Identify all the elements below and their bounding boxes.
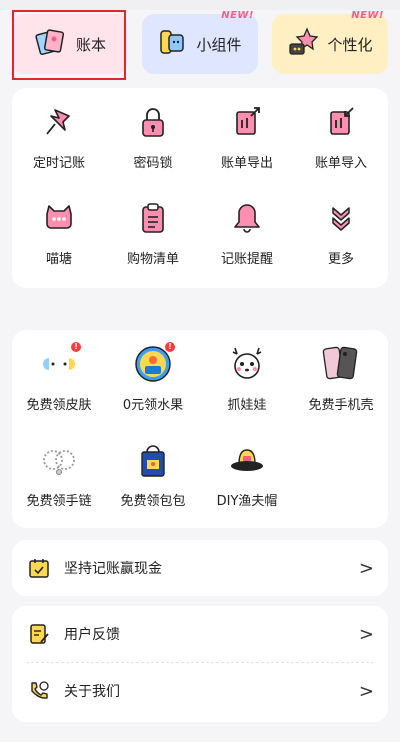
tool-more[interactable]: 更多 <box>294 184 388 280</box>
notification-badge: ! <box>165 341 175 352</box>
checkin-label: 坚持记账赢现金 <box>64 561 162 577</box>
bracelet-icon <box>39 440 79 480</box>
double-chevron-down-icon <box>321 198 361 238</box>
star-wand-icon <box>287 26 319 62</box>
reward-free-fruit[interactable]: ! 0元领水果 <box>106 330 200 426</box>
skin-icon: ! <box>39 341 81 384</box>
reward-free-bag[interactable]: 免费领包包 <box>106 426 200 522</box>
tool-label: 喵塘 <box>45 251 72 267</box>
reward-label: DIY渔夫帽 <box>216 493 278 509</box>
tote-bag-icon <box>133 440 173 480</box>
bell-icon <box>227 198 267 238</box>
tool-label: 密码锁 <box>133 155 173 171</box>
bucket-hat-icon <box>227 440 267 480</box>
reward-label: 抓娃娃 <box>227 397 267 413</box>
reward-claw-machine[interactable]: 抓娃娃 <box>200 330 294 426</box>
chevron-right-icon: > <box>358 680 374 702</box>
feedback-icon <box>26 621 52 647</box>
phone-case-icon <box>321 344 361 384</box>
chevron-right-icon: > <box>358 557 374 579</box>
cat-chat-icon <box>39 198 79 238</box>
widget-label: 小组件 <box>196 35 242 54</box>
top-strip <box>0 0 400 10</box>
reward-free-skin[interactable]: ! 免费领皮肤 <box>12 330 106 426</box>
clipboard-icon <box>133 198 173 238</box>
tool-export-bill[interactable]: 账单导出 <box>200 88 294 184</box>
pin-icon <box>39 102 79 142</box>
notification-badge: ! <box>71 341 81 352</box>
tool-import-bill[interactable]: 账单导入 <box>294 88 388 184</box>
export-icon <box>227 102 267 142</box>
menu-item-about-us[interactable]: 关于我们 > <box>12 663 388 719</box>
import-icon <box>321 102 361 142</box>
tool-reminder[interactable]: 记账提醒 <box>200 184 294 280</box>
personalize-card[interactable]: NEW! 个性化 <box>272 10 388 74</box>
phone-chat-icon <box>26 678 52 704</box>
reward-diy-bucket-hat[interactable]: DIY渔夫帽 <box>200 426 294 522</box>
tool-label: 定时记账 <box>32 155 85 171</box>
chevron-right-icon: > <box>358 623 374 645</box>
checkin-row[interactable]: 坚持记账赢现金 > <box>12 540 388 596</box>
widget-icon <box>158 27 188 61</box>
new-badge: NEW! <box>221 10 254 21</box>
tool-shopping-list[interactable]: 购物清单 <box>106 184 200 280</box>
fruit-icon: ! <box>133 341 175 384</box>
new-badge: NEW! <box>351 10 384 21</box>
reward-label: 0元领水果 <box>122 397 184 413</box>
calendar-check-icon <box>26 555 52 581</box>
tool-label: 更多 <box>327 251 354 267</box>
menu-label: 用户反馈 <box>64 627 120 643</box>
highlight-box <box>12 10 126 80</box>
tool-cat-pond[interactable]: 喵塘 <box>12 184 106 280</box>
menu-item-feedback[interactable]: 用户反馈 > <box>12 606 388 662</box>
tool-label: 记账提醒 <box>220 251 273 267</box>
tool-label: 购物清单 <box>126 251 179 267</box>
checkin-panel: 坚持记账赢现金 > <box>12 540 388 596</box>
lock-icon <box>133 102 173 142</box>
reward-label: 免费手机壳 <box>308 397 374 413</box>
personalize-label: 个性化 <box>327 35 373 54</box>
reward-label: 免费领皮肤 <box>26 397 92 413</box>
reward-free-phone-case[interactable]: 免费手机壳 <box>294 330 388 426</box>
reward-label: 免费领包包 <box>120 493 186 509</box>
menu-label: 关于我们 <box>64 684 120 700</box>
deer-doll-icon <box>227 344 267 384</box>
tools-panel: 定时记账 密码锁 账单导出 账单导入 喵塘 购物清单 记账提醒 更多 <box>12 88 388 288</box>
tool-scheduled-record[interactable]: 定时记账 <box>12 88 106 184</box>
tool-label: 账单导入 <box>314 155 367 171</box>
widget-card[interactable]: NEW! 小组件 <box>142 10 258 74</box>
reward-label: 免费领手链 <box>26 493 92 509</box>
rewards-panel: ! 免费领皮肤 ! 0元领水果 抓娃娃 免费手机壳 免费领手链 免费领包包 DI… <box>12 330 388 528</box>
menu-panel: 用户反馈 > 关于我们 > <box>12 606 388 722</box>
tool-label: 账单导出 <box>220 155 273 171</box>
reward-free-bracelet[interactable]: 免费领手链 <box>12 426 106 522</box>
tool-password-lock[interactable]: 密码锁 <box>106 88 200 184</box>
